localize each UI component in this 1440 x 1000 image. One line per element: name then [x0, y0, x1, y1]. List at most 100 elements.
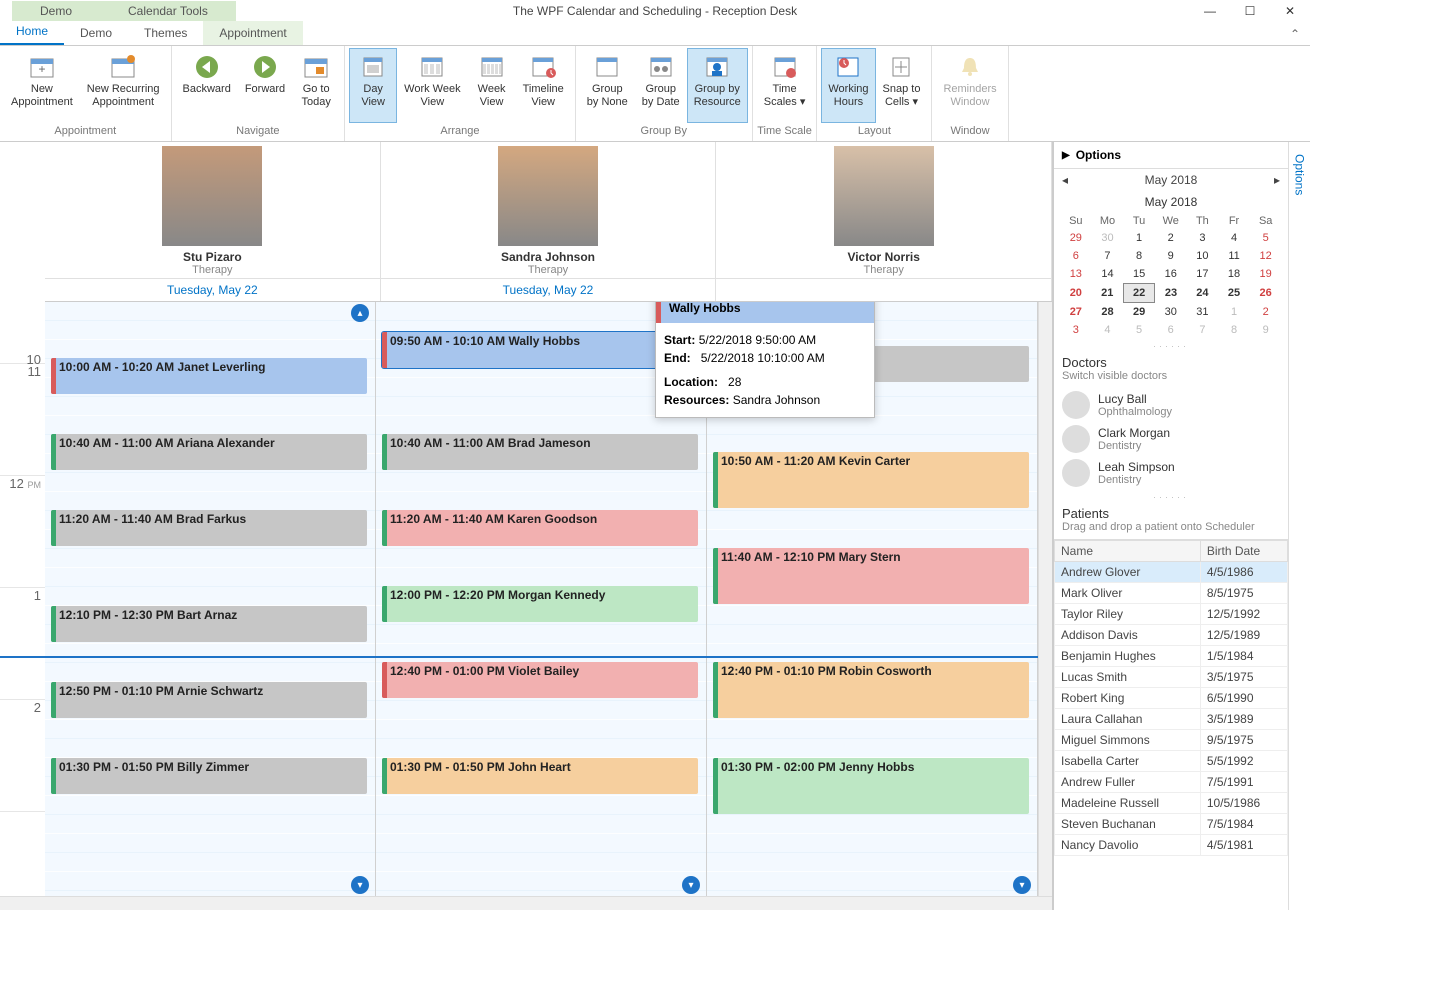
cal-day[interactable]: 20 — [1060, 284, 1092, 303]
cal-day[interactable]: 24 — [1187, 284, 1219, 303]
ribbon-workweek[interactable]: Work WeekView — [397, 48, 467, 123]
appointment[interactable]: 09:50 AM - 10:10 AM Wally Hobbs — [382, 332, 698, 368]
cal-day[interactable]: 6 — [1155, 321, 1187, 339]
cal-day[interactable]: 19 — [1250, 265, 1282, 284]
date-header[interactable]: Tuesday, May 22 — [381, 278, 717, 301]
appointment[interactable]: 11:20 AM - 11:40 AM Brad Farkus — [51, 510, 367, 546]
patients-col[interactable]: Name — [1055, 541, 1201, 562]
cal-day[interactable]: 31 — [1187, 303, 1219, 322]
doctor-row[interactable]: Leah SimpsonDentistry — [1060, 456, 1282, 490]
patient-row[interactable]: Andrew Glover4/5/1986 — [1055, 562, 1288, 583]
cal-day[interactable]: 16 — [1155, 265, 1187, 284]
ribbon-working[interactable]: WorkingHours — [821, 48, 875, 123]
options-strip[interactable]: Options — [1288, 142, 1310, 910]
scroll-down-icon[interactable]: ▾ — [351, 876, 369, 894]
ribbon-timeline[interactable]: TimelineView — [516, 48, 571, 123]
cal-day[interactable]: 29 — [1123, 303, 1155, 322]
ribbon-tab-appointment[interactable]: Appointment — [203, 21, 302, 45]
ribbon-tab-themes[interactable]: Themes — [128, 21, 203, 45]
cal-day[interactable]: 11 — [1218, 247, 1250, 265]
cal-day[interactable]: 14 — [1092, 265, 1124, 284]
options-header[interactable]: ▶Options — [1054, 142, 1288, 169]
cal-day[interactable]: 4 — [1218, 229, 1250, 247]
patient-row[interactable]: Nancy Davolio4/5/1981 — [1055, 835, 1288, 856]
splitter-handle[interactable]: ······ — [1054, 492, 1288, 502]
cal-day[interactable]: 22 — [1123, 284, 1155, 303]
cal-day[interactable]: 28 — [1092, 303, 1124, 322]
scroll-down-icon[interactable]: ▾ — [682, 876, 700, 894]
doctor-row[interactable]: Lucy BallOphthalmology — [1060, 388, 1282, 422]
ribbon-snap[interactable]: Snap toCells ▾ — [876, 48, 928, 123]
cal-day[interactable]: 5 — [1250, 229, 1282, 247]
cal-day[interactable]: 15 — [1123, 265, 1155, 284]
ribbon-group-date[interactable]: Groupby Date — [635, 48, 687, 123]
cal-day[interactable]: 26 — [1250, 284, 1282, 303]
cal-day[interactable]: 3 — [1060, 321, 1092, 339]
appointment[interactable]: 12:40 PM - 01:00 PM Violet Bailey — [382, 662, 698, 698]
cal-day[interactable]: 29 — [1060, 229, 1092, 247]
patient-row[interactable]: Miguel Simmons9/5/1975 — [1055, 730, 1288, 751]
ribbon-tab-home[interactable]: Home — [0, 19, 64, 45]
appointment[interactable]: 01:30 PM - 01:50 PM John Heart — [382, 758, 698, 794]
cal-day[interactable]: 4 — [1092, 321, 1124, 339]
cal-day[interactable]: 30 — [1092, 229, 1124, 247]
patients-table[interactable]: NameBirth DateAndrew Glover4/5/1986Mark … — [1054, 539, 1288, 910]
date-header[interactable] — [716, 278, 1052, 301]
cal-day[interactable]: 13 — [1060, 265, 1092, 284]
appointment[interactable]: 10:40 AM - 11:00 AM Ariana Alexander — [51, 434, 367, 470]
scroll-down-icon[interactable]: ▾ — [1013, 876, 1031, 894]
patient-row[interactable]: Robert King6/5/1990 — [1055, 688, 1288, 709]
next-month-icon[interactable]: ▸ — [1274, 173, 1280, 187]
minimize-button[interactable]: — — [1190, 0, 1230, 22]
vertical-scrollbar[interactable] — [1038, 302, 1052, 896]
patient-row[interactable]: Mark Oliver8/5/1975 — [1055, 583, 1288, 604]
cal-day[interactable]: 10 — [1187, 247, 1219, 265]
patient-row[interactable]: Steven Buchanan7/5/1984 — [1055, 814, 1288, 835]
patient-row[interactable]: Isabella Carter5/5/1992 — [1055, 751, 1288, 772]
cal-day[interactable]: 23 — [1155, 284, 1187, 303]
cal-day[interactable]: 21 — [1092, 284, 1124, 303]
date-header[interactable]: Tuesday, May 22 — [45, 278, 381, 301]
appointment[interactable]: 12:40 PM - 01:10 PM Robin Cosworth — [713, 662, 1029, 718]
close-button[interactable]: ✕ — [1270, 0, 1310, 22]
cal-day[interactable]: 17 — [1187, 265, 1219, 284]
appointment[interactable]: 11:20 AM - 11:40 AM Karen Goodson — [382, 510, 698, 546]
ribbon-day-view[interactable]: DayView — [349, 48, 397, 123]
appointment[interactable]: 12:00 PM - 12:20 PM Morgan Kennedy — [382, 586, 698, 622]
appointment[interactable]: 10:00 AM - 10:20 AM Janet Leverling — [51, 358, 367, 394]
cal-day[interactable]: 8 — [1123, 247, 1155, 265]
patient-row[interactable]: Madeleine Russell10/5/1986 — [1055, 793, 1288, 814]
ribbon-calendar-today[interactable]: Go toToday — [292, 48, 340, 123]
cal-day[interactable]: 18 — [1218, 265, 1250, 284]
cal-day[interactable]: 5 — [1123, 321, 1155, 339]
appointment[interactable]: 10:40 AM - 11:00 AM Brad Jameson — [382, 434, 698, 470]
context-tab-demo[interactable]: Demo — [12, 1, 100, 21]
cal-day[interactable]: 9 — [1155, 247, 1187, 265]
cal-day[interactable]: 2 — [1155, 229, 1187, 247]
appointment[interactable]: 10:50 AM - 11:20 AM Kevin Carter — [713, 452, 1029, 508]
appointment[interactable]: 01:30 PM - 01:50 PM Billy Zimmer — [51, 758, 367, 794]
patient-row[interactable]: Laura Callahan3/5/1989 — [1055, 709, 1288, 730]
ribbon-group-none[interactable]: Groupby None — [580, 48, 635, 123]
ribbon-week[interactable]: WeekView — [468, 48, 516, 123]
cal-day[interactable]: 7 — [1092, 247, 1124, 265]
cal-day[interactable]: 7 — [1187, 321, 1219, 339]
ribbon-arrow-left[interactable]: Backward — [176, 48, 238, 123]
maximize-button[interactable]: ☐ — [1230, 0, 1270, 22]
resource-column[interactable]: 10:00 AM - 10:20 AM Janet Leverling 10:40… — [45, 302, 376, 896]
splitter-handle[interactable]: ······ — [1054, 341, 1288, 351]
mini-calendar[interactable]: May 2018 SuMoTuWeThFrSa29301234567891011… — [1054, 191, 1288, 341]
appointment[interactable]: 12:50 PM - 01:10 PM Arnie Schwartz — [51, 682, 367, 718]
context-tab-caltools[interactable]: Calendar Tools — [100, 1, 236, 21]
appointment[interactable]: 11:40 AM - 12:10 PM Mary Stern — [713, 548, 1029, 604]
patients-col[interactable]: Birth Date — [1200, 541, 1287, 562]
horizontal-scrollbar[interactable] — [0, 896, 1052, 910]
cal-day[interactable]: 27 — [1060, 303, 1092, 322]
cal-day[interactable]: 25 — [1218, 284, 1250, 303]
patient-row[interactable]: Andrew Fuller7/5/1991 — [1055, 772, 1288, 793]
cal-day[interactable]: 2 — [1250, 303, 1282, 322]
ribbon-calendar-new[interactable]: +NewAppointment — [4, 48, 80, 123]
appointment[interactable]: 01:30 PM - 02:00 PM Jenny Hobbs — [713, 758, 1029, 814]
cal-day[interactable]: 12 — [1250, 247, 1282, 265]
ribbon-group-res[interactable]: Group byResource — [687, 48, 748, 123]
